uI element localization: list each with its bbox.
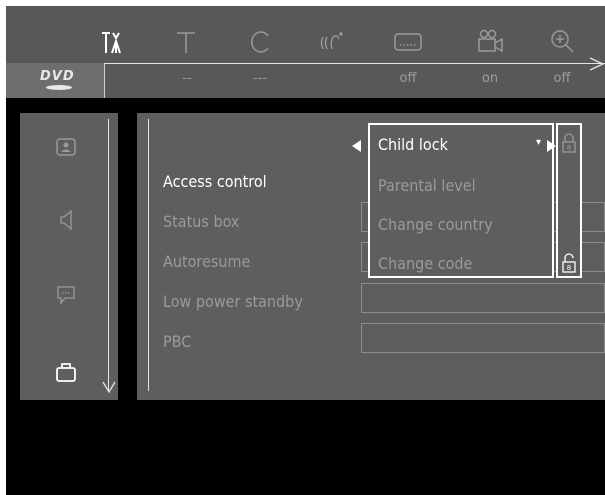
- lock-digit-top: 8: [567, 144, 571, 152]
- left-arrow-icon[interactable]: [352, 137, 362, 156]
- submenu-item-parental-level[interactable]: Parental level: [378, 176, 476, 195]
- scroll-down-icon: [102, 378, 116, 397]
- dvd-osd-screen: DVD -- --- off on off Access control Sta…: [6, 6, 605, 495]
- locked-icon: 8: [562, 133, 576, 153]
- low-power-standby-value[interactable]: [361, 283, 605, 313]
- settings-sidebar: [20, 113, 118, 400]
- top-bar-divider: [104, 63, 605, 64]
- option-dots-icon: ▾: [536, 137, 543, 148]
- menu-item-autoresume[interactable]: Autoresume: [163, 252, 250, 271]
- audio-language-icon[interactable]: [312, 24, 352, 60]
- submenu-item-change-code[interactable]: Change code: [378, 254, 472, 273]
- chapter-status: ---: [252, 71, 268, 86]
- zoom-icon[interactable]: [542, 24, 582, 60]
- disc-type-indicator: DVD: [6, 63, 104, 98]
- subtitle-icon[interactable]: [388, 24, 428, 60]
- dvd-logo: DVD: [40, 69, 75, 84]
- submenu-item-child-lock[interactable]: Child lock: [378, 135, 448, 154]
- picture-icon[interactable]: [46, 129, 86, 165]
- features-icon[interactable]: [46, 354, 86, 390]
- sidebar-scroll-line: [108, 119, 109, 391]
- subtitle-status: off: [399, 71, 417, 86]
- menu-item-access-control[interactable]: Access control: [163, 172, 267, 191]
- angle-status: on: [481, 71, 499, 86]
- status-separator: [104, 63, 105, 98]
- title-icon[interactable]: [166, 24, 206, 60]
- submenu-item-change-country[interactable]: Change country: [378, 215, 493, 234]
- setup-tools-icon[interactable]: [92, 24, 132, 60]
- menu-item-low-power-standby[interactable]: Low power standby: [163, 292, 303, 311]
- top-icon-row: [6, 24, 605, 64]
- panel-divider: [148, 119, 149, 391]
- pbc-value[interactable]: [361, 323, 605, 353]
- access-control-submenu: Child lock Parental level Change country…: [368, 123, 554, 278]
- camera-angle-icon[interactable]: [470, 24, 510, 60]
- speaker-icon[interactable]: [46, 202, 86, 238]
- right-arrow-select-icon[interactable]: [546, 137, 556, 156]
- lock-status-column: 8 8: [556, 123, 582, 278]
- right-arrow-icon: [589, 56, 605, 75]
- lock-digit-bottom: 8: [567, 264, 571, 272]
- title-status: --: [182, 71, 192, 86]
- menu-item-status-box[interactable]: Status box: [163, 212, 239, 231]
- chapter-icon[interactable]: [240, 24, 280, 60]
- language-icon[interactable]: [46, 277, 86, 313]
- unlocked-icon: 8: [562, 253, 576, 273]
- zoom-status: off: [553, 71, 571, 86]
- dvd-disc-icon: [46, 85, 72, 90]
- menu-item-pbc[interactable]: PBC: [163, 332, 191, 351]
